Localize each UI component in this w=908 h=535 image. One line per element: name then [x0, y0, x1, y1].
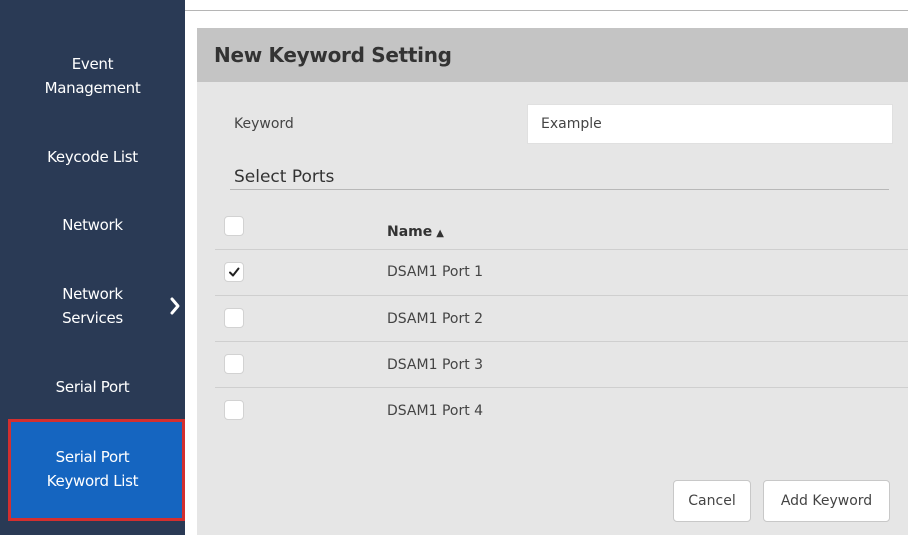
sidebar-item-label: Event Management: [44, 55, 141, 97]
cancel-button[interactable]: Cancel: [673, 480, 751, 522]
panel-header: New Keyword Setting: [197, 28, 908, 82]
sidebar-item-label: Keycode List: [47, 148, 138, 166]
row-divider: [215, 295, 908, 296]
keyword-label: Keyword: [234, 116, 294, 132]
port-name: DSAM1 Port 2: [387, 311, 484, 327]
checkmark-icon: [229, 267, 240, 277]
sidebar-item-event-management[interactable]: Event Management: [0, 52, 185, 100]
section-divider: [230, 189, 889, 190]
name-column-label: Name: [387, 224, 433, 240]
sidebar-item-network[interactable]: Network: [0, 213, 185, 237]
name-column-header[interactable]: Name ▲: [387, 224, 444, 240]
sidebar-item-label: Serial Port: [55, 378, 130, 396]
port-1-checkbox[interactable]: [224, 262, 244, 282]
row-divider: [215, 387, 908, 388]
sort-ascending-icon: ▲: [436, 228, 444, 239]
keyword-input[interactable]: [527, 104, 893, 144]
sidebar: Event Management Keycode List Network Ne…: [0, 0, 185, 535]
port-3-checkbox[interactable]: [224, 354, 244, 374]
port-name: DSAM1 Port 3: [387, 357, 484, 373]
sidebar-item-network-services[interactable]: Network Services: [0, 282, 185, 330]
sidebar-item-keycode-list[interactable]: Keycode List: [0, 145, 185, 169]
select-ports-title: Select Ports: [234, 167, 335, 187]
sidebar-item-label: Network Services: [62, 285, 123, 327]
port-2-checkbox[interactable]: [224, 308, 244, 328]
sidebar-item-serial-port[interactable]: Serial Port: [0, 375, 185, 399]
add-keyword-button[interactable]: Add Keyword: [763, 480, 890, 522]
row-divider: [215, 341, 908, 342]
sidebar-item-label: Serial Port Keyword List: [46, 448, 139, 490]
port-name: DSAM1 Port 4: [387, 403, 484, 419]
sidebar-item-serial-port-keyword-list[interactable]: Serial Port Keyword List: [0, 445, 185, 493]
sidebar-item-label: Network: [62, 216, 123, 234]
select-all-checkbox[interactable]: [224, 216, 244, 236]
panel-title: New Keyword Setting: [214, 43, 452, 67]
port-name: DSAM1 Port 1: [387, 264, 484, 280]
row-divider: [215, 249, 908, 250]
port-4-checkbox[interactable]: [224, 400, 244, 420]
new-keyword-panel: New Keyword Setting Keyword Select Ports…: [197, 28, 908, 535]
top-strip: [185, 0, 908, 11]
chevron-right-icon[interactable]: [168, 296, 182, 316]
